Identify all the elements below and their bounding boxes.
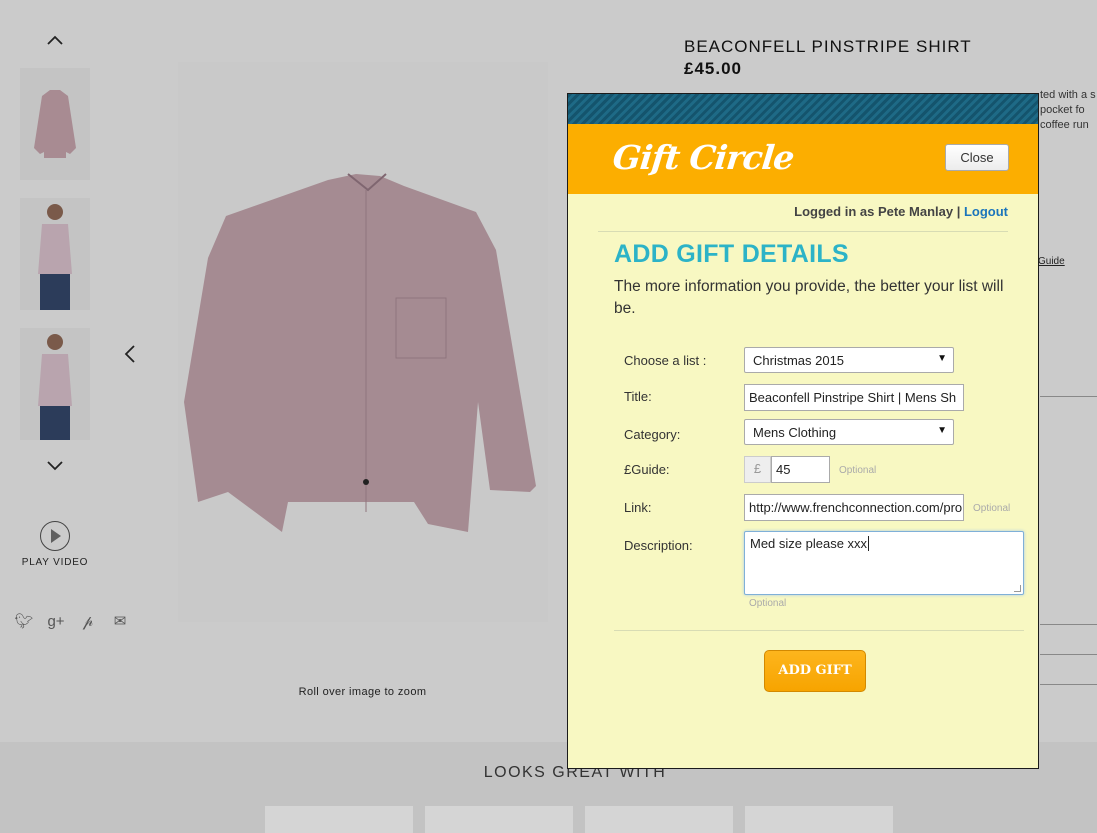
product-title: BEACONFELL PINSTRIPE SHIRT: [684, 37, 972, 56]
recommendation-tile[interactable]: [585, 806, 733, 833]
modal-header: Gift Circle Close: [568, 124, 1038, 194]
gift-circle-modal: Gift Circle Close Logged in as Pete Manl…: [567, 93, 1039, 769]
logout-link[interactable]: Logout: [964, 204, 1008, 219]
divider: [1040, 396, 1097, 397]
link-label: Link:: [624, 500, 652, 515]
choose-list-value: Christmas 2015: [753, 353, 845, 368]
thumbnail-up-arrow-icon[interactable]: [44, 32, 66, 48]
thumbnail-shirt-flat[interactable]: [20, 68, 90, 180]
product-price: £45.00: [684, 59, 742, 78]
guide-price-label: £Guide:: [624, 462, 670, 477]
gift-circle-logo: Gift Circle: [610, 138, 796, 177]
resize-handle-icon[interactable]: [1014, 585, 1021, 592]
zoom-hint: Roll over image to zoom: [298, 686, 427, 698]
email-icon[interactable]: ✉: [110, 612, 130, 632]
dropdown-caret-icon: ▼: [937, 353, 947, 364]
thumbnail-model-front[interactable]: [20, 198, 90, 310]
login-status: Logged in as Pete Manlay | Logout: [794, 204, 1008, 219]
currency-symbol: £: [744, 456, 771, 483]
play-video-icon[interactable]: [40, 521, 70, 551]
pinterest-icon[interactable]: 𝓅: [78, 612, 98, 632]
guide-optional-hint: Optional: [839, 465, 877, 476]
main-product-image[interactable]: [178, 62, 548, 622]
google-plus-icon[interactable]: g+: [46, 612, 66, 632]
social-share-bar: 🐦︎ g+ 𝓅 ✉: [14, 612, 130, 632]
modal-top-stripe: [568, 94, 1038, 124]
divider: [1040, 654, 1097, 655]
close-button[interactable]: Close: [945, 144, 1009, 171]
description-optional-hint: Optional: [749, 598, 787, 609]
recommendation-tile[interactable]: [265, 806, 413, 833]
divider: [1040, 684, 1097, 685]
link-optional-hint: Optional: [973, 503, 1011, 514]
thumbnail-model-side[interactable]: [20, 328, 90, 440]
dropdown-caret-icon: ▼: [937, 425, 947, 436]
divider: [614, 630, 1024, 631]
guide-price-input[interactable]: 45: [771, 456, 830, 483]
size-guide-link[interactable]: Guide: [1038, 256, 1065, 267]
play-video-label[interactable]: PLAY VIDEO: [14, 557, 96, 568]
title-label: Title:: [624, 389, 652, 404]
description-textarea[interactable]: Med size please xxx: [744, 531, 1024, 595]
add-gift-subheading: The more information you provide, the be…: [614, 278, 1004, 317]
divider: [1040, 624, 1097, 625]
add-gift-button[interactable]: ADD GIFT: [764, 650, 866, 692]
choose-list-label: Choose a list :: [624, 353, 707, 368]
thumbnail-down-arrow-icon[interactable]: [44, 458, 66, 474]
recommendation-tile[interactable]: [745, 806, 893, 833]
choose-list-select[interactable]: Christmas 2015 ▼: [744, 347, 954, 373]
divider: [598, 231, 1008, 232]
previous-image-arrow-icon[interactable]: [122, 344, 138, 364]
logged-in-text: Logged in as Pete Manlay |: [794, 204, 964, 219]
link-input[interactable]: http://www.frenchconnection.com/pro: [744, 494, 964, 521]
category-value: Mens Clothing: [753, 425, 837, 440]
description-value: Med size please xxx: [750, 536, 868, 551]
add-gift-heading: ADD GIFT DETAILS: [614, 240, 849, 268]
category-label: Category:: [624, 427, 681, 442]
twitter-icon[interactable]: 🐦︎: [14, 612, 34, 632]
recommendation-tile[interactable]: [425, 806, 573, 833]
category-select[interactable]: Mens Clothing ▼: [744, 419, 954, 445]
product-description-fragment: ted with a s pocket fo coffee run: [1040, 89, 1096, 131]
title-input[interactable]: Beaconfell Pinstripe Shirt | Mens Sh: [744, 384, 964, 411]
description-label: Description:: [624, 538, 693, 553]
